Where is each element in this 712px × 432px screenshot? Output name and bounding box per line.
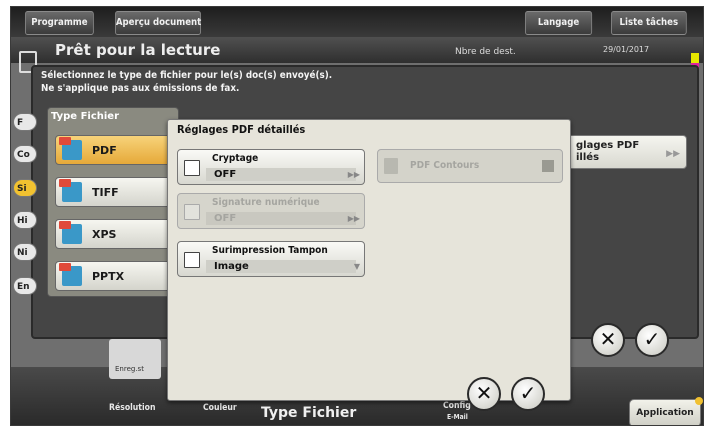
type-fichier-label[interactable]: Type Fichier xyxy=(261,405,356,421)
dialog-cancel-button[interactable]: ✕ xyxy=(467,377,501,411)
chevron-right-icon: ▶▶ xyxy=(666,149,680,159)
panel-cancel-button[interactable]: ✕ xyxy=(591,323,625,357)
pdf-contours-icon xyxy=(384,158,398,174)
couleur-label[interactable]: Couleur xyxy=(203,403,237,413)
date-label: 29/01/2017 xyxy=(603,45,650,54)
application-button[interactable]: Application xyxy=(629,399,701,425)
file-type-xps-button[interactable]: XPS xyxy=(55,219,171,249)
signature-icon xyxy=(184,204,200,220)
file-type-pdf-button[interactable]: PDF xyxy=(55,135,171,165)
left-tab-hi[interactable]: Hi xyxy=(13,211,37,229)
file-type-label: PDF xyxy=(92,144,117,157)
langage-button[interactable]: Langage xyxy=(525,11,593,35)
dialog-title: Réglages PDF détaillés xyxy=(177,123,306,136)
type-fichier-title: Type Fichier xyxy=(51,111,120,122)
stamp-icon xyxy=(184,252,200,268)
file-type-label: TIFF xyxy=(92,186,119,199)
resolution-label[interactable]: Résolution xyxy=(109,403,155,413)
notification-dot xyxy=(695,397,703,405)
programme-button[interactable]: Programme xyxy=(25,11,94,35)
file-type-label: PPTX xyxy=(92,270,125,283)
surimpression-tampon-select[interactable]: Surimpression Tampon Image ▼ xyxy=(177,241,365,277)
chevron-right-icon: ▶▶ xyxy=(347,214,360,223)
dialog-ok-button[interactable]: ✓ xyxy=(511,377,545,411)
tiff-file-icon xyxy=(59,179,82,202)
panel-ok-button[interactable]: ✓ xyxy=(635,323,669,357)
lock-document-icon xyxy=(184,160,200,176)
signature-label: Signature numérique xyxy=(212,197,320,208)
liste-taches-button[interactable]: Liste tâches xyxy=(611,11,687,35)
pdf-file-icon xyxy=(59,137,82,160)
signature-numerique-button[interactable]: Signature numérique OFF ▶▶ xyxy=(177,193,365,229)
left-tab-en[interactable]: En xyxy=(13,277,37,295)
reglages-pdf-detailles-button[interactable]: glages PDF illés ▶▶ xyxy=(567,135,687,169)
chevron-down-icon: ▼ xyxy=(353,262,360,271)
chevron-right-icon: ▶▶ xyxy=(347,170,360,179)
signature-value: OFF xyxy=(206,212,356,225)
nb-destinations-label: Nbre de dest. xyxy=(455,47,516,57)
resolution-icon-text: Enreg.st xyxy=(115,365,144,373)
apercu-document-button[interactable]: Aperçu document xyxy=(115,11,201,35)
file-type-label: XPS xyxy=(92,228,117,241)
config-label[interactable]: Config xyxy=(443,401,471,411)
pdf-contours-toggle[interactable]: PDF Contours xyxy=(377,149,563,183)
instruction-line-2: Ne s'applique pas aux émissions de fax. xyxy=(41,83,240,94)
cryptage-value: OFF xyxy=(206,168,356,181)
left-tab-si[interactable]: Si xyxy=(13,179,37,197)
left-tab-ni[interactable]: Ni xyxy=(13,243,37,261)
pptx-file-icon xyxy=(59,263,82,286)
resolution-icon[interactable]: Enreg.st xyxy=(109,339,161,379)
xps-file-icon xyxy=(59,221,82,244)
file-type-pptx-button[interactable]: PPTX xyxy=(55,261,171,291)
checkbox-icon xyxy=(542,160,554,172)
instruction-text: Sélectionnez le type de fichier pour le(… xyxy=(41,69,332,95)
cryptage-label: Cryptage xyxy=(212,153,259,164)
file-type-tiff-button[interactable]: TIFF xyxy=(55,177,171,207)
email-label: E-Mail xyxy=(447,413,468,421)
pdf-contours-label: PDF Contours xyxy=(410,160,480,171)
surimpression-value: Image xyxy=(206,260,356,273)
left-tab-f[interactable]: F xyxy=(13,113,37,131)
instruction-line-1: Sélectionnez le type de fichier pour le(… xyxy=(41,70,333,81)
status-title: Prêt pour la lecture xyxy=(55,41,221,59)
touch-panel-screen: Programme Aperçu document Langage Liste … xyxy=(10,6,704,426)
surimpression-label: Surimpression Tampon xyxy=(212,245,328,256)
cryptage-button[interactable]: Cryptage OFF ▶▶ xyxy=(177,149,365,185)
left-tab-co[interactable]: Co xyxy=(13,145,37,163)
